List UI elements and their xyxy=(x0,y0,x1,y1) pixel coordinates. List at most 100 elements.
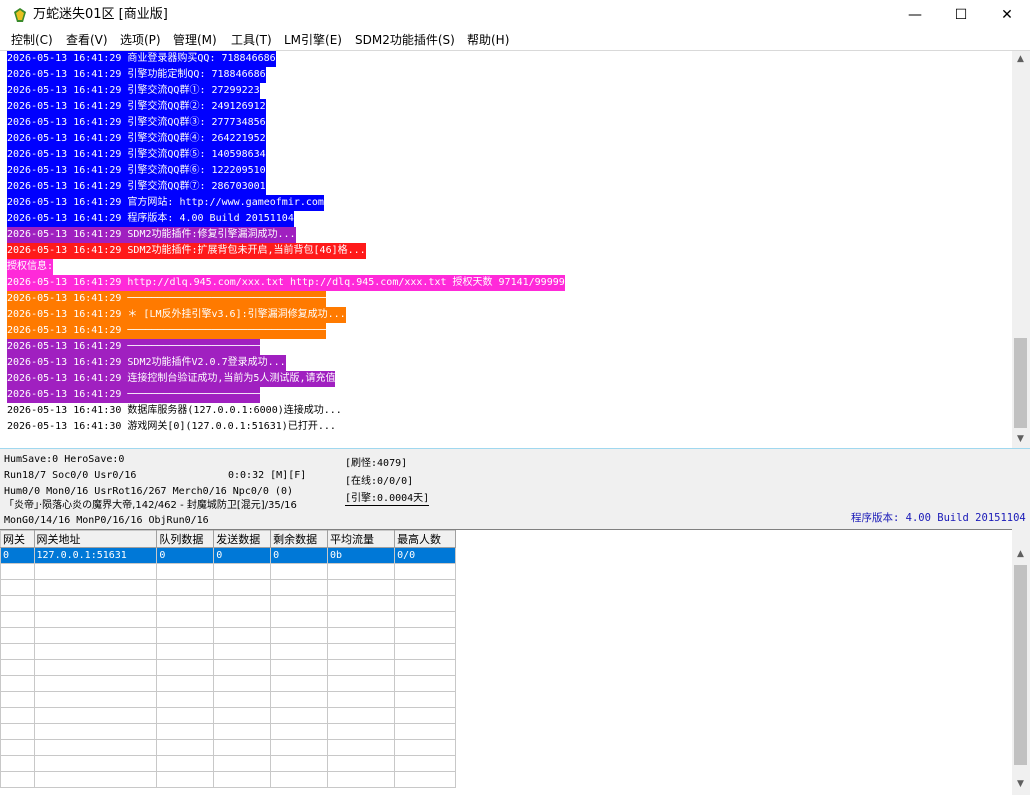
table-row[interactable] xyxy=(0,691,456,708)
table-cell xyxy=(156,643,215,660)
table-cell xyxy=(270,739,329,756)
scroll-thumb[interactable] xyxy=(1014,338,1027,428)
table-cell xyxy=(213,755,272,772)
menu-control[interactable]: 控制(C) xyxy=(11,32,53,48)
log-line: 2026-05-13 16:41:29 SDM2功能插件:扩展背包未开启,当前背… xyxy=(7,243,366,259)
grid-header[interactable]: 网关 xyxy=(0,530,35,548)
log-line: 2026-05-13 16:41:29 http://dlq.945.com/x… xyxy=(7,275,565,291)
scroll-down-icon[interactable]: ▼ xyxy=(1012,431,1029,448)
table-cell xyxy=(327,723,396,740)
table-cell xyxy=(394,595,456,612)
table-cell xyxy=(213,675,272,692)
table-cell xyxy=(213,659,272,676)
table-cell xyxy=(394,739,456,756)
grid-scroll-thumb[interactable] xyxy=(1014,565,1027,765)
menu-help[interactable]: 帮助(H) xyxy=(467,32,509,48)
menu-tools[interactable]: 工具(T) xyxy=(231,32,272,48)
minimize-button[interactable]: — xyxy=(892,0,938,30)
table-row[interactable] xyxy=(0,659,456,676)
table-cell xyxy=(270,691,329,708)
table-cell xyxy=(327,659,396,676)
table-row[interactable] xyxy=(0,563,456,580)
table-cell xyxy=(33,771,158,788)
grid-header[interactable]: 平均流量 xyxy=(327,530,396,548)
gateway-grid[interactable]: 网关 网关地址 队列数据 发送数据 剩余数据 平均流量 最高人数 0 127.0.0.1:51… xyxy=(0,529,1012,795)
table-row[interactable] xyxy=(0,627,456,644)
table-cell: 0 xyxy=(213,547,272,564)
menu-manage[interactable]: 管理(M) xyxy=(173,32,217,48)
grid-scrollbar[interactable]: ▲ ▼ xyxy=(1012,546,1029,794)
log-line: 2026-05-13 16:41:29 引擎交流QQ群③: 277734856 xyxy=(7,115,266,131)
table-cell xyxy=(394,627,456,644)
table-row[interactable] xyxy=(0,739,456,756)
table-cell xyxy=(33,611,158,628)
program-version: 程序版本: 4.00 Build 20151104 xyxy=(851,512,1026,524)
log-line: 2026-05-13 16:41:29 引擎交流QQ群⑤: 140598634 xyxy=(7,147,266,163)
table-cell xyxy=(327,755,396,772)
log-line: 2026-05-13 16:41:29 商业登录器购买QQ: 718846686 xyxy=(7,51,276,67)
table-cell xyxy=(327,627,396,644)
table-cell xyxy=(33,755,158,772)
grid-header[interactable]: 队列数据 xyxy=(156,530,215,548)
table-row[interactable] xyxy=(0,579,456,596)
status-time: 0:0:32 [M][F] xyxy=(228,470,307,481)
window-title: 万蛇迷失01区 [商业版] xyxy=(33,7,168,22)
table-cell xyxy=(33,691,158,708)
menu-bar: 控制(C) 查看(V) 选项(P) 管理(M) 工具(T) LM引擎(E) SD… xyxy=(0,30,1030,51)
table-cell xyxy=(213,723,272,740)
table-row[interactable] xyxy=(0,675,456,692)
grid-header[interactable]: 剩余数据 xyxy=(270,530,329,548)
table-cell xyxy=(213,643,272,660)
grid-header[interactable]: 网关地址 xyxy=(33,530,158,548)
table-row[interactable] xyxy=(0,723,456,740)
table-cell xyxy=(156,611,215,628)
table-row[interactable] xyxy=(0,755,456,772)
table-cell xyxy=(156,771,215,788)
table-cell xyxy=(327,675,396,692)
log-line: 2026-05-13 16:41:29 程序版本: 4.00 Build 201… xyxy=(7,211,294,227)
menu-options[interactable]: 选项(P) xyxy=(120,32,161,48)
close-button[interactable]: ✕ xyxy=(984,0,1030,30)
table-cell xyxy=(327,707,396,724)
grid-header[interactable]: 最高人数 xyxy=(394,530,456,548)
table-cell xyxy=(156,675,215,692)
table-cell xyxy=(270,707,329,724)
table-row[interactable] xyxy=(0,707,456,724)
log-line: 2026-05-13 16:41:29 ────────────────────… xyxy=(7,339,260,355)
grid-header[interactable]: 发送数据 xyxy=(213,530,272,548)
table-cell xyxy=(327,611,396,628)
grid-scroll-up-icon[interactable]: ▲ xyxy=(1012,546,1029,563)
log-line: 2026-05-13 16:41:29 引擎交流QQ群④: 264221952 xyxy=(7,131,266,147)
table-cell xyxy=(394,707,456,724)
status-refresh: [刷怪:4079] xyxy=(345,458,408,469)
menu-view[interactable]: 查看(V) xyxy=(66,32,108,48)
log-panel[interactable]: 2026-05-13 16:41:29 商业登录器购买QQ: 718846686… xyxy=(0,51,1012,448)
table-cell xyxy=(0,611,35,628)
scroll-up-icon[interactable]: ▲ xyxy=(1012,51,1029,68)
table-cell xyxy=(0,659,35,676)
maximize-button[interactable]: ☐ xyxy=(938,0,984,30)
menu-lm-engine[interactable]: LM引擎(E) xyxy=(284,32,342,48)
table-row[interactable]: 0 127.0.0.1:51631 0 0 0 0b 0/0 xyxy=(0,547,456,564)
table-cell xyxy=(213,739,272,756)
table-cell xyxy=(327,739,396,756)
log-scrollbar[interactable]: ▲ ▼ xyxy=(1012,51,1029,448)
log-line: 2026-05-13 16:41:29 ────────────────────… xyxy=(7,387,260,403)
table-cell xyxy=(0,643,35,660)
table-row[interactable] xyxy=(0,643,456,660)
log-line: 2026-05-13 16:41:29 ＊ [LM反外挂引擎v3.6]:引擎漏洞… xyxy=(7,307,346,323)
menu-sdm2-plugin[interactable]: SDM2功能插件(S) xyxy=(355,32,455,48)
table-cell xyxy=(270,563,329,580)
table-cell xyxy=(394,723,456,740)
table-row[interactable] xyxy=(0,611,456,628)
table-cell xyxy=(33,707,158,724)
table-cell xyxy=(156,579,215,596)
status-online: [在线:0/0/0] xyxy=(345,476,414,487)
log-line: 授权信息: xyxy=(7,259,54,275)
table-row[interactable] xyxy=(0,595,456,612)
table-cell xyxy=(270,611,329,628)
title-bar: 万蛇迷失01区 [商业版] — ☐ ✕ xyxy=(0,0,1030,30)
table-row[interactable] xyxy=(0,771,456,788)
grid-scroll-down-icon[interactable]: ▼ xyxy=(1012,776,1029,793)
table-cell xyxy=(270,675,329,692)
